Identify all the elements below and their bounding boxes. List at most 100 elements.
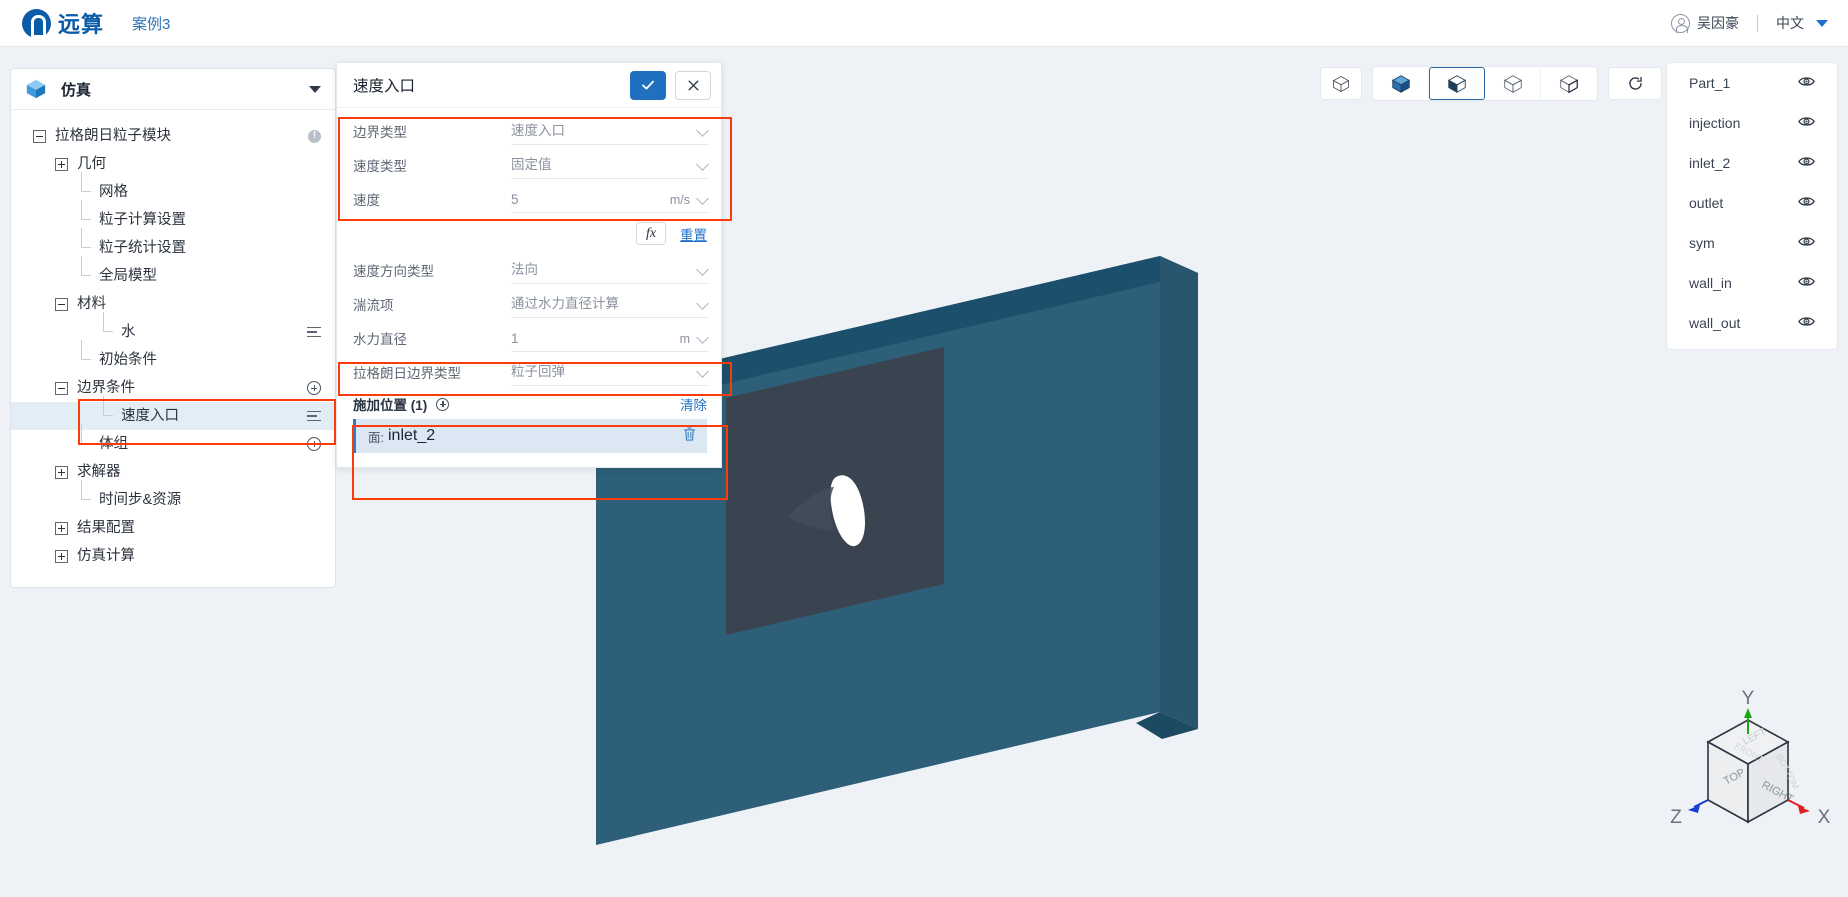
property-input[interactable]: 1m — [511, 324, 709, 352]
tree-item[interactable]: 材料 — [11, 290, 335, 318]
expand-icon[interactable] — [55, 549, 68, 563]
outline-cube-icon[interactable] — [1485, 67, 1541, 100]
property-value: 粒子回弹 — [511, 364, 565, 379]
property-input[interactable]: 5 m/s — [511, 185, 709, 213]
brand[interactable]: 远算 — [22, 7, 104, 39]
wireframe-cube-icon[interactable] — [1320, 67, 1362, 100]
part-name: sym — [1689, 235, 1715, 251]
language-label[interactable]: 中文 — [1776, 13, 1804, 33]
parts-panel: Part_1 injection inlet_2outlet sym wall_in wa… — [1666, 62, 1838, 350]
tree-connector — [99, 312, 121, 346]
caret-down-icon[interactable] — [309, 85, 321, 93]
apply-location-item[interactable]: 面: inlet_2 — [353, 419, 707, 453]
part-row[interactable]: sym — [1667, 223, 1837, 263]
confirm-button[interactable] — [630, 70, 666, 100]
chevron-down-icon[interactable] — [696, 192, 709, 205]
chevron-down-icon[interactable] — [696, 124, 709, 137]
collapse-icon[interactable] — [33, 129, 46, 143]
part-row[interactable]: injection — [1667, 103, 1837, 143]
expand-icon[interactable] — [55, 157, 68, 171]
tree-connector — [77, 256, 99, 290]
chevron-down-icon[interactable] — [696, 263, 709, 276]
collapse-icon[interactable] — [55, 381, 68, 395]
tree-item[interactable]: 速度入口 — [11, 396, 335, 430]
part-row[interactable]: Part_1 — [1667, 63, 1837, 103]
trash-icon[interactable] — [682, 426, 697, 447]
header-divider — [1757, 14, 1758, 32]
gizmo-z-label: Z — [1670, 807, 1682, 828]
tree-item-label: 拉格朗日粒子模块 — [55, 127, 171, 144]
property-select[interactable]: 固定值 — [511, 151, 709, 179]
property-select[interactable]: 法向 — [511, 256, 709, 284]
expand-icon[interactable] — [55, 521, 68, 535]
add-icon[interactable] — [307, 381, 321, 395]
tree-item[interactable]: 粒子计算设置 — [11, 200, 335, 234]
info-icon[interactable]: ! — [308, 129, 321, 143]
property-select[interactable]: 粒子回弹 — [511, 358, 709, 386]
tree-item[interactable]: 初始条件 — [11, 340, 335, 374]
shaded-edges-cube-icon[interactable] — [1429, 67, 1485, 100]
expand-icon[interactable] — [55, 465, 68, 479]
tree-item-label: 速度入口 — [121, 407, 179, 424]
panel-title: 速度入口 — [353, 78, 416, 95]
caret-down-icon[interactable] — [1816, 19, 1828, 27]
formula-button[interactable]: fx — [636, 222, 666, 245]
reset-view-icon[interactable] — [1608, 67, 1662, 100]
part-name: outlet — [1689, 195, 1724, 211]
part-row[interactable]: wall_in — [1667, 263, 1837, 303]
tree-connector — [99, 396, 121, 430]
eye-icon[interactable] — [1798, 155, 1815, 171]
tree-item[interactable]: 体组 — [11, 424, 335, 458]
cancel-button[interactable] — [675, 70, 711, 100]
edges-cube-icon[interactable] — [1541, 67, 1597, 100]
property-select[interactable]: 通过水力直径计算 — [511, 290, 709, 318]
chevron-down-icon[interactable] — [696, 365, 709, 378]
clear-link[interactable]: 清除 — [680, 394, 707, 414]
reset-link[interactable]: 重置 — [680, 224, 707, 244]
tree-item[interactable]: 几何 — [11, 150, 335, 178]
property-value: 速度入口 — [511, 123, 565, 138]
property-select[interactable]: 速度入口 — [511, 117, 709, 145]
row-menu-icon[interactable] — [307, 326, 321, 338]
plus-circle-icon[interactable] — [436, 397, 450, 411]
tree-item[interactable]: 结果配置 — [11, 514, 335, 542]
eye-icon[interactable] — [1798, 75, 1815, 91]
part-row[interactable]: outlet — [1667, 183, 1837, 223]
tree-item[interactable]: 拉格朗日粒子模块! — [11, 122, 335, 150]
property-row: 速度类型 固定值 — [337, 148, 721, 182]
eye-icon[interactable] — [1798, 275, 1815, 291]
user-menu[interactable]: 吴因豪 — [1671, 13, 1739, 33]
property-unit: m/s — [669, 193, 690, 207]
eye-icon[interactable] — [1798, 315, 1815, 331]
tree-item[interactable]: 全局模型 — [11, 256, 335, 290]
shaded-cube-icon[interactable] — [1373, 67, 1429, 100]
tree-item[interactable]: 仿真计算 — [11, 542, 335, 570]
eye-icon[interactable] — [1798, 115, 1815, 131]
case-name[interactable]: 案例3 — [132, 13, 170, 34]
apply-location-list: 面: inlet_2 — [337, 417, 721, 467]
axis-orientation-gizmo[interactable]: TOP RIGHT LEFT FRONT BOTTOM Y X Z — [1648, 688, 1848, 870]
tree-item[interactable]: 网格 — [11, 172, 335, 206]
sidebar-header[interactable]: 仿真 — [11, 69, 335, 110]
eye-icon[interactable] — [1798, 195, 1815, 211]
property-label: 湍流项 — [353, 298, 394, 313]
property-unit: m — [679, 332, 690, 346]
row-menu-icon[interactable] — [307, 410, 321, 422]
add-icon[interactable] — [307, 437, 321, 451]
eye-icon[interactable] — [1798, 235, 1815, 251]
tree-item[interactable]: 粒子统计设置 — [11, 228, 335, 262]
panel-header: 速度入口 — [337, 63, 721, 108]
property-label: 速度 — [353, 193, 380, 208]
tree-item[interactable]: 边界条件 — [11, 374, 335, 402]
chevron-down-icon[interactable] — [696, 297, 709, 310]
gizmo-y-arrow — [1744, 708, 1752, 718]
tree-item[interactable]: 求解器 — [11, 458, 335, 486]
chevron-down-icon[interactable] — [696, 158, 709, 171]
collapse-icon[interactable] — [55, 297, 68, 311]
part-row[interactable]: wall_out — [1667, 303, 1837, 343]
tree-item[interactable]: 时间步&资源 — [11, 480, 335, 514]
part-row[interactable]: inlet_2 — [1667, 143, 1837, 183]
chevron-down-icon[interactable] — [696, 331, 709, 344]
tree-item[interactable]: 水 — [11, 312, 335, 346]
geometry-right-face — [1160, 256, 1198, 729]
